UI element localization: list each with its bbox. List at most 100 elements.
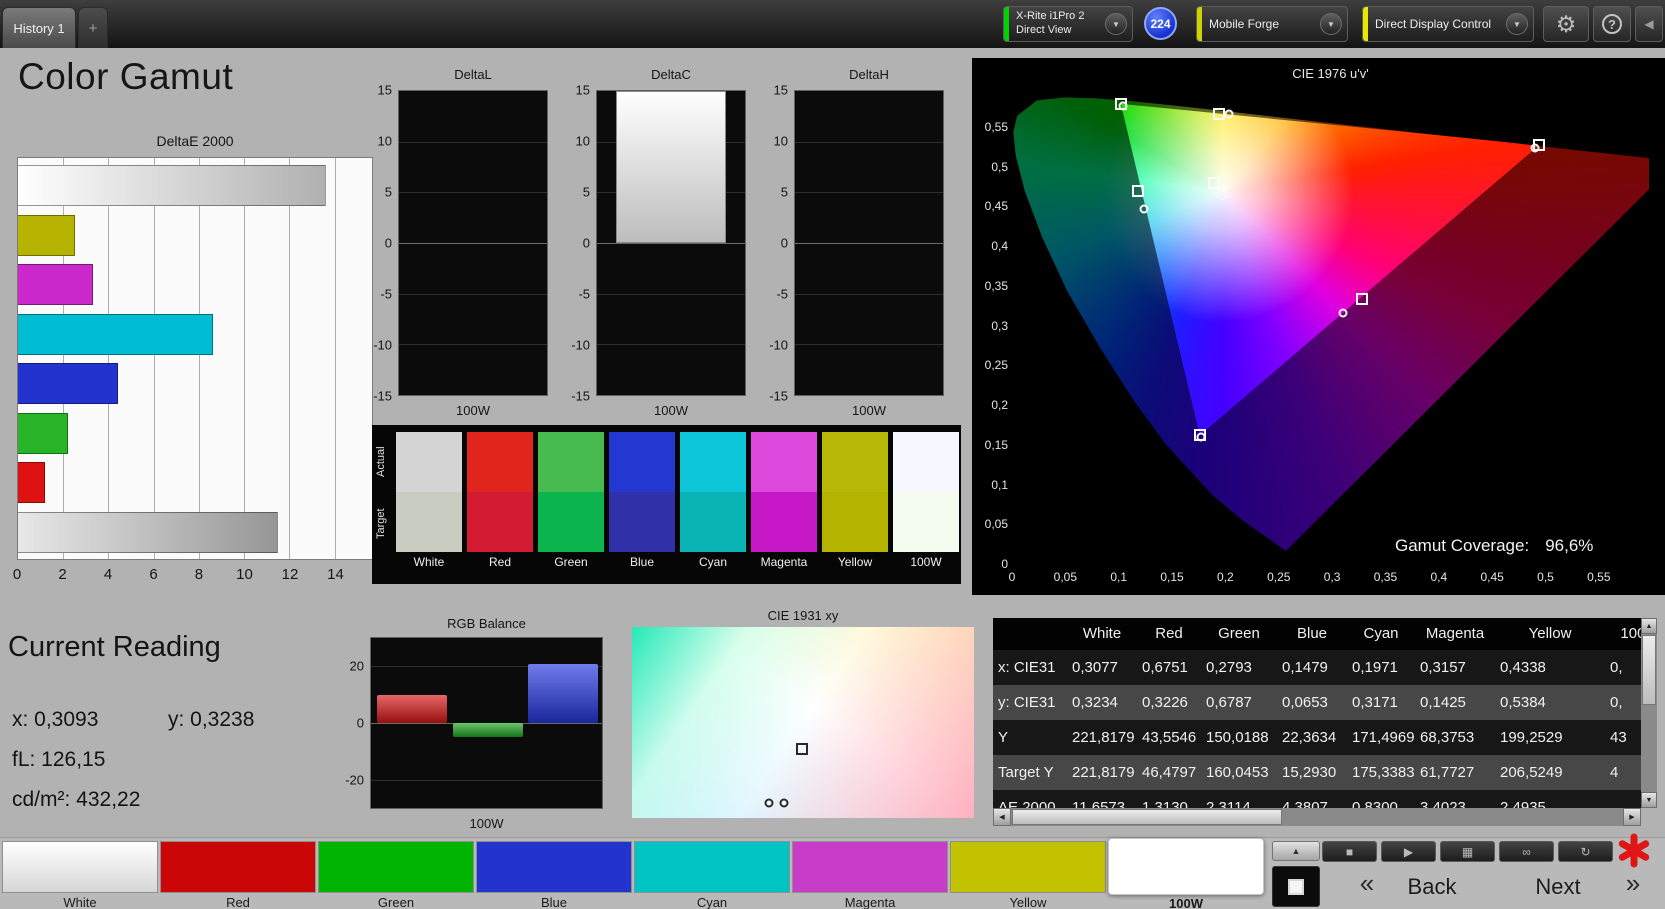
expand-patterns-button[interactable]: ▲: [1272, 841, 1320, 861]
table-cell: 0,1479: [1282, 659, 1328, 676]
table-header-cell: Red: [1155, 625, 1183, 642]
row-label-cell: y: CIE31: [998, 694, 1056, 711]
pattern-window-button[interactable]: [1272, 866, 1320, 907]
display-control-dropdown[interactable]: Direct Display Control ▼: [1362, 6, 1534, 42]
gridline: [399, 344, 547, 346]
scroll-up-button[interactable]: ▲: [1641, 618, 1657, 634]
rgb-bar-blue: [528, 663, 598, 723]
play-button[interactable]: ▶: [1381, 841, 1436, 862]
actual-swatch: [893, 432, 959, 492]
table-cell: 0,6787: [1206, 694, 1252, 711]
y-tick-label: 10: [377, 133, 392, 149]
table-row[interactable]: y: CIE31 0,3234 0,3226 0,6787 0,0653 0,3171 0,…: [993, 685, 1641, 720]
x-tick-label: 0,5: [1537, 570, 1554, 584]
red-asterisk-button[interactable]: [1615, 832, 1653, 870]
actual-swatch: [538, 432, 604, 492]
tab-history-1[interactable]: History 1: [2, 7, 76, 48]
x-tick-label: 0,05: [1053, 570, 1078, 584]
cie-1931-plot: [632, 627, 974, 818]
table-horizontal-scrollbar[interactable]: ◀ ▶: [993, 808, 1641, 826]
y-tick-label: -10: [373, 337, 392, 353]
target-swatch: [538, 492, 604, 552]
scroll-right-button[interactable]: ▶: [1623, 808, 1641, 826]
add-tab-button[interactable]: +: [78, 7, 108, 48]
cie-1976-title: CIE 1976 u'v': [1292, 66, 1369, 81]
y-tick-label: 0,25: [984, 358, 1008, 373]
settings-button[interactable]: ⚙: [1543, 6, 1589, 42]
measured-marker-magenta: [1338, 308, 1348, 318]
table-cell: 22,3634: [1282, 729, 1337, 746]
y-tick-label: 0: [582, 235, 590, 251]
chevron-down-icon[interactable]: ▼: [1506, 13, 1528, 35]
scroll-thumb[interactable]: [1012, 809, 1282, 825]
reading-x: x: 0,3093: [12, 708, 99, 731]
actual-swatch: [467, 432, 533, 492]
table-cell: 15,2930: [1282, 764, 1337, 781]
actual-swatch: [751, 432, 817, 492]
table-cell: 4: [1610, 764, 1619, 781]
pattern-button-yellow[interactable]: Yellow: [950, 838, 1106, 909]
chevron-down-icon[interactable]: ▼: [1105, 13, 1127, 35]
back-chevron-icon[interactable]: «: [1352, 868, 1382, 899]
measured-marker-blue: [1196, 432, 1206, 442]
y-tick-label: -5: [776, 286, 788, 302]
pattern-button-green[interactable]: Green: [318, 838, 474, 909]
source-name: Mobile Forge: [1209, 16, 1280, 31]
gear-icon: ⚙: [1555, 10, 1577, 37]
plus-icon: +: [88, 19, 98, 37]
deltae-gridline: [108, 158, 110, 559]
gamut-coverage: Gamut Coverage: 96,6%: [1395, 536, 1593, 556]
loop-button[interactable]: ∞: [1499, 841, 1554, 862]
collapse-panel-button[interactable]: ◀: [1635, 6, 1663, 42]
back-button[interactable]: Back: [1387, 874, 1477, 900]
pattern-button-blue[interactable]: Blue: [476, 838, 632, 909]
table-header-cell: Cyan: [1363, 625, 1399, 642]
reading-y: y: 0,3238: [168, 708, 255, 731]
table-row[interactable]: Y 221,8179 43,5546 150,0188 22,3634 171,4969 6…: [993, 720, 1641, 755]
deltae-x-tick: 4: [103, 566, 113, 583]
y-tick-label: 0,3: [991, 318, 1008, 333]
table-row[interactable]: Target Y 221,8179 46,4797 160,0453 15,2930 17…: [993, 755, 1641, 790]
scroll-left-button[interactable]: ◀: [993, 808, 1011, 826]
meter-dropdown[interactable]: X-Rite i1Pro 2 Direct View ▼: [1003, 6, 1133, 42]
deltae-bar-white: [18, 511, 279, 553]
table-cell: 0,3157: [1420, 659, 1466, 676]
scroll-thumb[interactable]: [1642, 635, 1656, 705]
pattern-button-white[interactable]: White: [2, 838, 158, 909]
meter-count-badge[interactable]: 224: [1144, 7, 1177, 40]
pattern-button-magenta[interactable]: Magenta: [792, 838, 948, 909]
deltae-x-tick: 14: [327, 566, 344, 583]
y-tick-label: 20: [349, 658, 364, 674]
pattern-button-cyan[interactable]: Cyan: [634, 838, 790, 909]
pattern-window-icon: [1288, 878, 1304, 895]
source-dropdown[interactable]: Mobile Forge ▼: [1196, 6, 1348, 42]
chart-title: DeltaH: [849, 67, 889, 82]
swatch-column-yellow: Yellow: [822, 432, 888, 572]
gridline: [795, 141, 943, 143]
next-chevron-icon[interactable]: »: [1618, 868, 1648, 899]
table-cell: 0,3234: [1072, 694, 1118, 711]
next-button[interactable]: Next: [1513, 874, 1603, 900]
cie-1931-title: CIE 1931 xy: [767, 608, 839, 623]
zero-line: [795, 243, 943, 244]
stop-button[interactable]: ■: [1322, 841, 1377, 862]
deltae-gridline: [289, 158, 291, 559]
chart-title: DeltaC: [651, 67, 691, 82]
scroll-down-button[interactable]: ▼: [1641, 792, 1657, 808]
y-tick-label: 15: [575, 82, 590, 98]
save-button[interactable]: ▦: [1440, 841, 1495, 862]
help-button[interactable]: ?: [1593, 6, 1631, 42]
y-tick-label: 0,5: [991, 159, 1008, 174]
pattern-button-100w[interactable]: 100W: [1108, 838, 1264, 909]
meter-dropdown-text: X-Rite i1Pro 2 Direct View: [1009, 10, 1105, 38]
deltae-x-tick: 0: [12, 566, 22, 583]
play-icon: ▶: [1403, 844, 1414, 859]
y-tick-label: 15: [377, 82, 392, 98]
table-vertical-scrollbar[interactable]: ▲ ▼: [1641, 618, 1657, 808]
gridline: [399, 293, 547, 295]
table-row[interactable]: x: CIE31 0,3077 0,6751 0,2793 0,1479 0,1971 0,…: [993, 650, 1641, 685]
chevron-down-icon[interactable]: ▼: [1320, 13, 1342, 35]
pattern-button-red[interactable]: Red: [160, 838, 316, 909]
x-tick-label: 0,25: [1267, 570, 1291, 584]
refresh-button[interactable]: ↻: [1558, 841, 1613, 862]
